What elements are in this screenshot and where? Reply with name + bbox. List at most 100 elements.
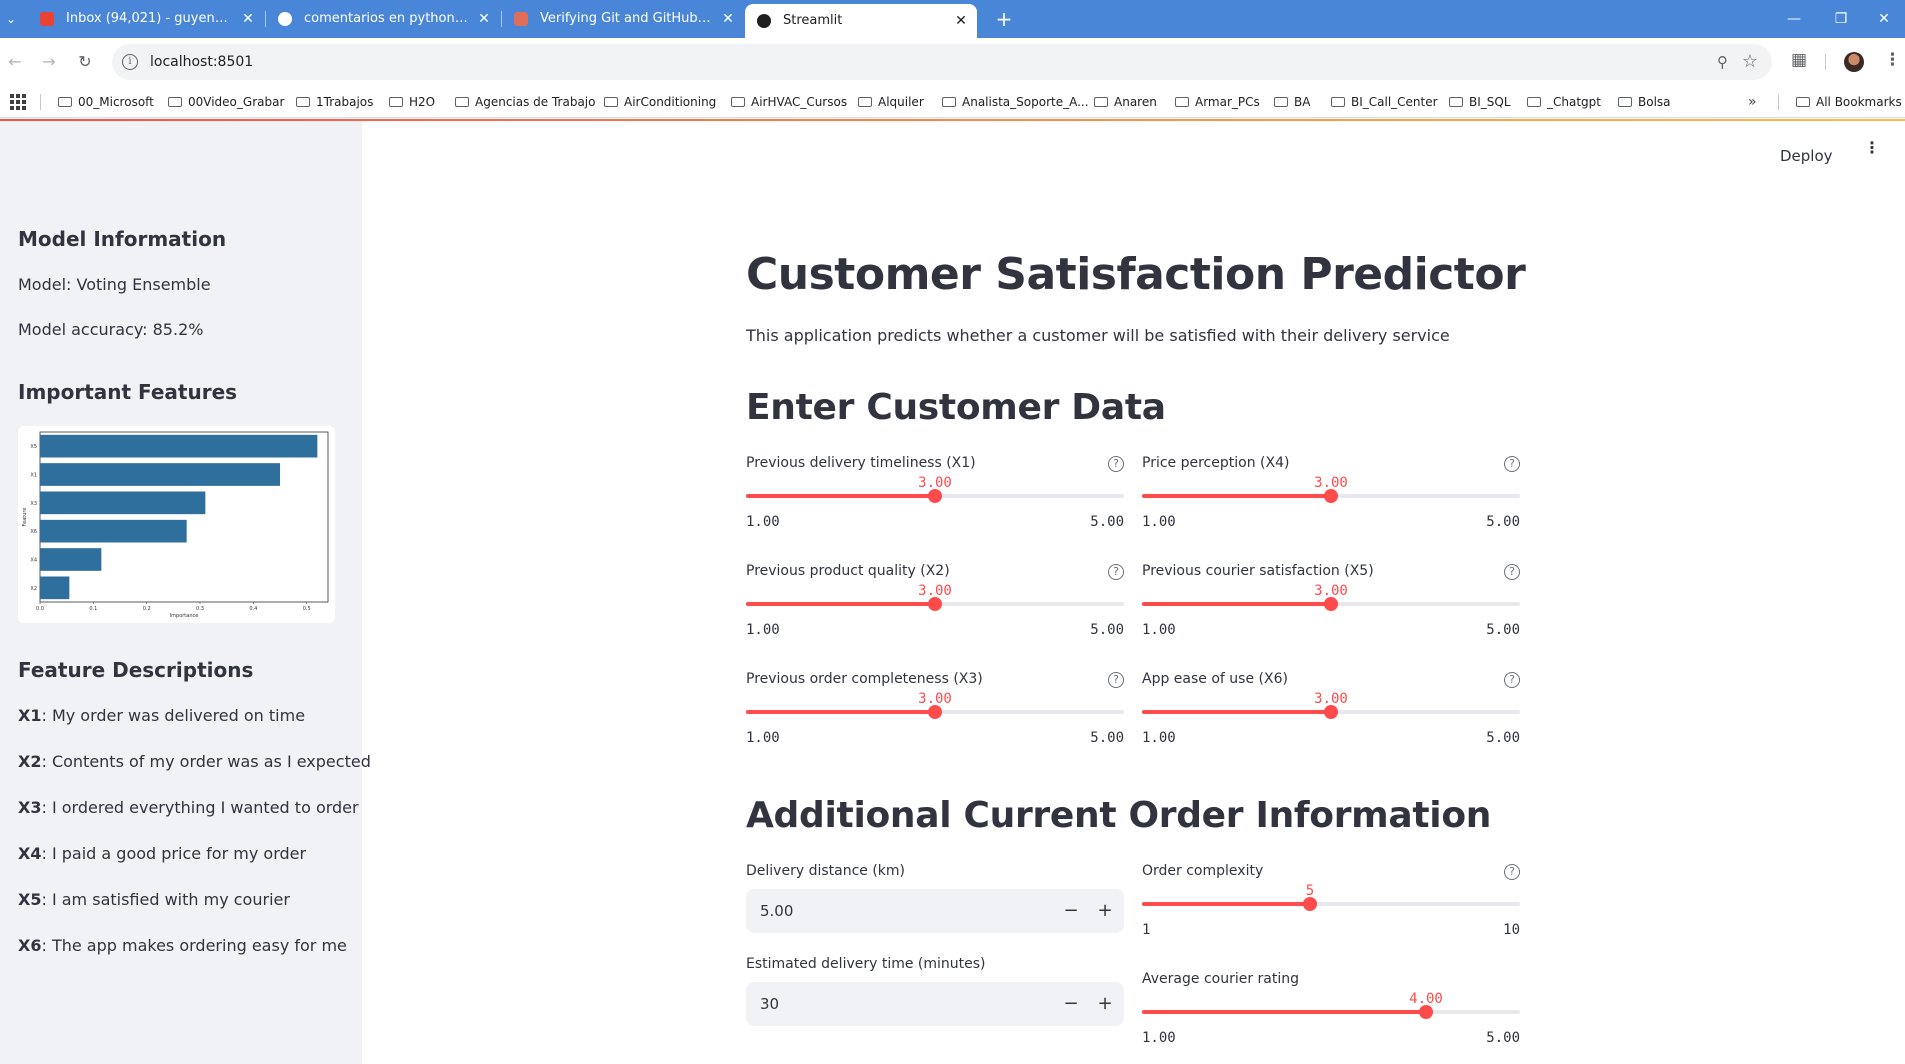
- slider-track[interactable]: [1142, 705, 1520, 719]
- slider-x3[interactable]: Previous order completeness (X3) ? 3.00 …: [746, 671, 1124, 763]
- slider-max: 5.00: [1090, 730, 1124, 746]
- minimize-icon[interactable]: —: [1772, 0, 1816, 38]
- bookmark-folder[interactable]: Agencias de Trabajo: [455, 86, 595, 118]
- bookmark-folder[interactable]: Armar_PCs: [1175, 86, 1260, 118]
- address-bar[interactable]: i localhost:8501 ⚲ ☆: [112, 44, 1772, 80]
- close-tab-icon[interactable]: ✕: [240, 0, 256, 38]
- help-icon[interactable]: ?: [1108, 456, 1124, 472]
- close-tab-icon[interactable]: ✕: [476, 0, 492, 38]
- close-tab-icon[interactable]: ✕: [953, 4, 969, 38]
- bookmark-folder[interactable]: H2O: [389, 86, 435, 118]
- help-icon[interactable]: ?: [1504, 864, 1520, 880]
- bookmark-folder[interactable]: Alquiler: [858, 86, 924, 118]
- profile-avatar[interactable]: [1844, 52, 1864, 72]
- new-tab-icon[interactable]: +: [990, 0, 1018, 38]
- slider-thumb[interactable]: [1324, 489, 1338, 503]
- bookmark-folder[interactable]: 00Video_Grabar: [168, 86, 284, 118]
- slider-order-complexity[interactable]: Order complexity ? 5 1 10: [1142, 863, 1520, 955]
- bookmark-folder[interactable]: BA: [1274, 86, 1310, 118]
- close-tab-icon[interactable]: ✕: [720, 0, 736, 38]
- help-icon[interactable]: ?: [1504, 456, 1520, 472]
- bookmark-folder[interactable]: AirHVAC_Cursos: [731, 86, 847, 118]
- help-icon[interactable]: ?: [1504, 672, 1520, 688]
- extensions-icon[interactable]: ▦: [1791, 50, 1807, 70]
- forward-icon[interactable]: →: [37, 50, 61, 74]
- x-tick-label: 0.1: [89, 606, 97, 612]
- help-icon[interactable]: ?: [1108, 672, 1124, 688]
- tab-streamlit[interactable]: Streamlit ✕: [745, 4, 977, 38]
- slider-thumb[interactable]: [1324, 597, 1338, 611]
- tab-search-icon[interactable]: ⌄: [0, 8, 22, 30]
- bookmark-label: Agencias de Trabajo: [475, 95, 596, 109]
- slider-max: 5.00: [1486, 622, 1520, 638]
- slider-track[interactable]: [1142, 897, 1520, 911]
- bookmark-folder[interactable]: 00_Microsoft: [58, 86, 154, 118]
- bookmark-folder[interactable]: Bolsa: [1618, 86, 1671, 118]
- main-menu-icon[interactable]: ⋮: [1864, 140, 1880, 156]
- slider-track[interactable]: [1142, 489, 1520, 503]
- bookmark-folder[interactable]: BI_SQL: [1449, 86, 1511, 118]
- input-value[interactable]: 30: [760, 982, 779, 1026]
- browser-menu-icon[interactable]: ⋮: [1884, 50, 1901, 70]
- feature-text: : I am satisfied with my courier: [41, 890, 290, 909]
- slider-max: 5.00: [1486, 514, 1520, 530]
- slider-thumb[interactable]: [1419, 1005, 1433, 1019]
- deploy-button[interactable]: Deploy: [1780, 147, 1833, 165]
- back-icon[interactable]: ←: [3, 50, 27, 74]
- help-icon[interactable]: ?: [1108, 564, 1124, 580]
- bookmark-label: _Chatgpt: [1547, 95, 1601, 109]
- number-input-box[interactable]: 5.00 − +: [746, 889, 1124, 933]
- browser-toolbar: ← → ↻ i localhost:8501 ⚲ ☆ ▦ ⋮: [0, 38, 1905, 86]
- slider-track[interactable]: [746, 489, 1124, 503]
- tab-google-search[interactable]: comentarios en python - Googl ✕: [266, 0, 500, 38]
- bookmark-folder[interactable]: 1Trabajos: [296, 86, 373, 118]
- increment-button[interactable]: +: [1088, 889, 1122, 933]
- slider-average-courier-rating[interactable]: Average courier rating 4.00 1.00 5.00: [1142, 971, 1520, 1063]
- slider-min: 1.00: [1142, 1030, 1176, 1046]
- slider-x4[interactable]: Price perception (X4) ? 3.00 1.00 5.00: [1142, 455, 1520, 547]
- slider-x1[interactable]: Previous delivery timeliness (X1) ? 3.00…: [746, 455, 1124, 547]
- site-info-icon[interactable]: i: [122, 54, 138, 70]
- tab-gmail[interactable]: Inbox (94,021) - guyensotowon ✕: [28, 0, 264, 38]
- all-bookmarks-folder[interactable]: All Bookmarks: [1796, 86, 1902, 118]
- slider-max: 5.00: [1090, 514, 1124, 530]
- number-input-box[interactable]: 30 − +: [746, 982, 1124, 1026]
- slider-track[interactable]: [746, 597, 1124, 611]
- folder-icon: [1274, 97, 1288, 107]
- slider-thumb[interactable]: [928, 489, 942, 503]
- input-value[interactable]: 5.00: [760, 889, 793, 933]
- url-text[interactable]: localhost:8501: [150, 44, 253, 80]
- tab-github-docs[interactable]: Verifying Git and GitHub Conne ✕: [502, 0, 744, 38]
- decrement-button[interactable]: −: [1054, 889, 1088, 933]
- slider-x6[interactable]: App ease of use (X6) ? 3.00 1.00 5.00: [1142, 671, 1520, 763]
- bookmark-label: Anaren: [1114, 95, 1157, 109]
- slider-track[interactable]: [1142, 1005, 1520, 1019]
- slider-x2[interactable]: Previous product quality (X2) ? 3.00 1.0…: [746, 563, 1124, 655]
- close-window-icon[interactable]: ✕: [1862, 0, 1905, 38]
- increment-button[interactable]: +: [1088, 982, 1122, 1026]
- slider-thumb[interactable]: [1324, 705, 1338, 719]
- bookmark-folder[interactable]: BI_Call_Center: [1331, 86, 1438, 118]
- bookmark-label: Armar_PCs: [1195, 95, 1260, 109]
- slider-thumb[interactable]: [928, 597, 942, 611]
- slider-fill: [746, 602, 935, 606]
- slider-thumb[interactable]: [1303, 897, 1317, 911]
- bookmark-folder[interactable]: AirConditioning: [604, 86, 716, 118]
- folder-icon: [1449, 97, 1463, 107]
- more-bookmarks-icon[interactable]: »: [1748, 86, 1757, 118]
- bookmark-folder[interactable]: _Chatgpt: [1527, 86, 1601, 118]
- bookmark-folder[interactable]: Anaren: [1094, 86, 1157, 118]
- restore-icon[interactable]: ❐: [1819, 0, 1863, 38]
- feature-code: X5: [18, 890, 42, 909]
- slider-track[interactable]: [1142, 597, 1520, 611]
- apps-grid-icon[interactable]: [10, 94, 26, 110]
- slider-x5[interactable]: Previous courier satisfaction (X5) ? 3.0…: [1142, 563, 1520, 655]
- bookmark-star-icon[interactable]: ☆: [1742, 51, 1758, 72]
- bookmark-folder[interactable]: Analista_Soporte_A...: [942, 86, 1089, 118]
- help-icon[interactable]: ?: [1504, 564, 1520, 580]
- zoom-icon[interactable]: ⚲: [1717, 53, 1728, 71]
- slider-track[interactable]: [746, 705, 1124, 719]
- slider-thumb[interactable]: [928, 705, 942, 719]
- decrement-button[interactable]: −: [1054, 982, 1088, 1026]
- reload-icon[interactable]: ↻: [73, 50, 97, 74]
